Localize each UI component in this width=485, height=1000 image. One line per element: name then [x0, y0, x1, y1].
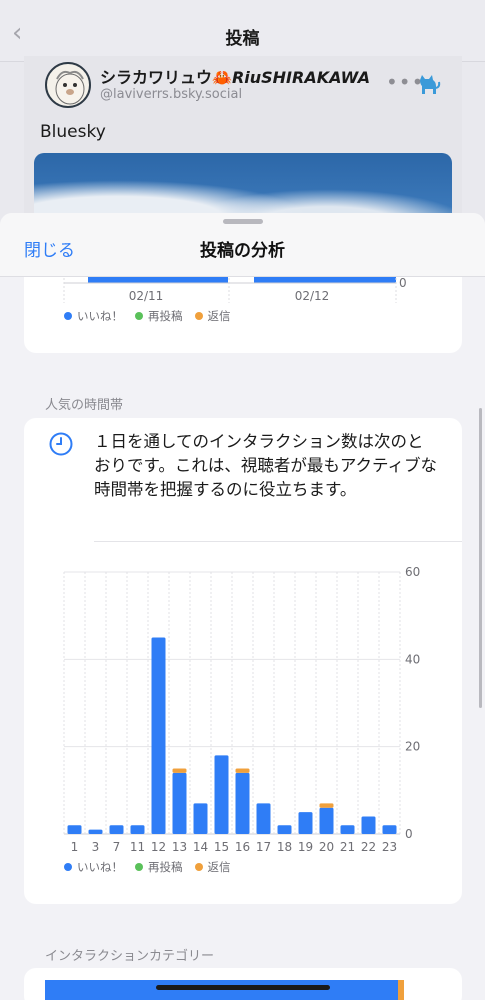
- hourly-legend: いいね！ 再投稿 返信: [64, 859, 231, 875]
- legend-dot-replies: [194, 863, 203, 871]
- author-name[interactable]: シラカワリュウ🦀RiuSHIRAKAWA: [100, 64, 370, 88]
- daily-x-label: 02/12: [295, 289, 330, 303]
- legend-likes: いいね！: [64, 308, 123, 324]
- legend-dot-likes: [64, 312, 72, 320]
- x-tick-label: 14: [193, 840, 208, 854]
- section-label-categories: インタラクションカテゴリー: [45, 949, 215, 964]
- author-handle[interactable]: @laviverrs.bsky.social: [100, 87, 242, 102]
- legend-dot-reposts: [135, 863, 143, 871]
- bar-likes: [235, 772, 250, 834]
- category-bar-replies: [398, 980, 404, 1000]
- crab-emoji-icon: 🦀: [212, 68, 232, 87]
- x-tick-label: 17: [256, 840, 271, 854]
- legend-replies: 返信: [194, 308, 231, 324]
- bar-likes: [277, 825, 292, 834]
- daily-y-tick: 0: [399, 276, 407, 290]
- clock-icon: [48, 431, 74, 457]
- bar-likes: [319, 807, 334, 834]
- bar-likes: [172, 772, 187, 834]
- bar-likes: [361, 816, 376, 834]
- x-tick-label: 18: [277, 840, 292, 854]
- scroll-indicator[interactable]: [479, 408, 482, 708]
- x-tick-label: 16: [235, 840, 250, 854]
- x-tick-label: 12: [151, 840, 166, 854]
- divider: [94, 541, 462, 542]
- legend-reposts: 再投稿: [135, 859, 183, 875]
- bar-likes: [193, 803, 208, 834]
- legend-dot-replies: [194, 312, 203, 320]
- x-tick-label: 13: [172, 840, 187, 854]
- post-page-title: 投稿: [225, 29, 260, 49]
- daily-legend: いいね！ 再投稿 返信: [64, 308, 231, 324]
- y-tick-label: 0: [405, 827, 413, 841]
- x-tick-label: 15: [214, 840, 229, 854]
- hourly-interactions-chart: 02040601 3 7 11 12 13 14 15 16 17 18 19 20 21 22 23: [63, 565, 420, 854]
- bar-likes: [109, 825, 124, 834]
- section-label-popular-hours: 人気の時間帯: [45, 398, 124, 413]
- popular-hours-description: １日を通してのインタラクション数は次のとおりです。これは、視聴者が最もアクティブ…: [94, 432, 438, 499]
- x-tick-label: 3: [92, 840, 100, 854]
- y-tick-label: 40: [405, 652, 420, 666]
- bar-likes: [382, 825, 397, 834]
- bar-likes: [67, 825, 82, 834]
- bar-replies: [235, 768, 250, 773]
- daily-chart-card: 02/11 02/12 0 いいね！ 再投稿 返信: [24, 270, 462, 353]
- cat-icon[interactable]: [416, 72, 442, 98]
- y-tick-label: 20: [405, 740, 420, 754]
- legend-likes: いいね！: [64, 859, 123, 875]
- close-button[interactable]: 閉じる: [24, 236, 75, 261]
- home-indicator: [156, 985, 330, 990]
- sheet-grabber[interactable]: [223, 219, 263, 224]
- bar-likes: [256, 803, 271, 834]
- bar-likes: [151, 637, 166, 834]
- avatar[interactable]: [45, 62, 91, 108]
- bar-likes: [130, 825, 145, 834]
- legend-reposts: 再投稿: [135, 308, 183, 324]
- legend-replies: 返信: [194, 859, 231, 875]
- x-tick-label: 23: [382, 840, 397, 854]
- bar-likes: [214, 755, 229, 834]
- x-tick-label: 20: [319, 840, 334, 854]
- x-tick-label: 1: [71, 840, 79, 854]
- bar-likes: [340, 825, 355, 834]
- x-tick-label: 11: [130, 840, 145, 854]
- daily-x-label: 02/11: [129, 289, 164, 303]
- y-tick-label: 60: [405, 565, 420, 579]
- x-tick-label: 19: [298, 840, 313, 854]
- post-text: Bluesky: [40, 122, 106, 142]
- x-tick-label: 22: [361, 840, 376, 854]
- x-tick-label: 7: [113, 840, 121, 854]
- daily-bar-02-12: [254, 277, 396, 283]
- legend-dot-reposts: [135, 312, 143, 320]
- category-bar-likes: [45, 980, 398, 1000]
- bar-likes: [298, 812, 313, 834]
- daily-bar-02-11: [88, 277, 228, 283]
- legend-dot-likes: [64, 863, 72, 871]
- bar-replies: [319, 803, 334, 808]
- x-tick-label: 21: [340, 840, 355, 854]
- bar-likes: [88, 829, 103, 834]
- bar-replies: [172, 768, 187, 773]
